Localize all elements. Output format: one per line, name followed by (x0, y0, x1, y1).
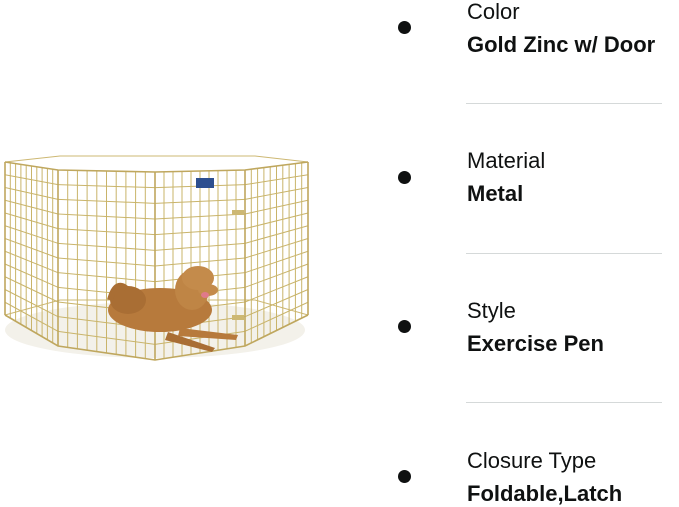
spec-value: Metal (467, 181, 524, 206)
bullet-icon (398, 320, 411, 333)
bullet-icon (398, 21, 411, 34)
spec-label: Closure Type (467, 448, 597, 473)
spec-value: Exercise Pen (467, 331, 604, 356)
bullet-icon (398, 470, 411, 483)
spec-value: Foldable,Latch (467, 481, 623, 506)
product-specs: Color Gold Zinc w/ Door Material Metal S… (0, 0, 679, 507)
spec-label: Color (467, 0, 520, 24)
divider (466, 103, 662, 104)
bullet-icon (398, 171, 411, 184)
divider (466, 253, 662, 254)
spec-label: Style (467, 298, 516, 323)
spec-value: Gold Zinc w/ Door (467, 32, 656, 57)
divider (466, 402, 662, 403)
spec-label: Material (467, 148, 546, 173)
